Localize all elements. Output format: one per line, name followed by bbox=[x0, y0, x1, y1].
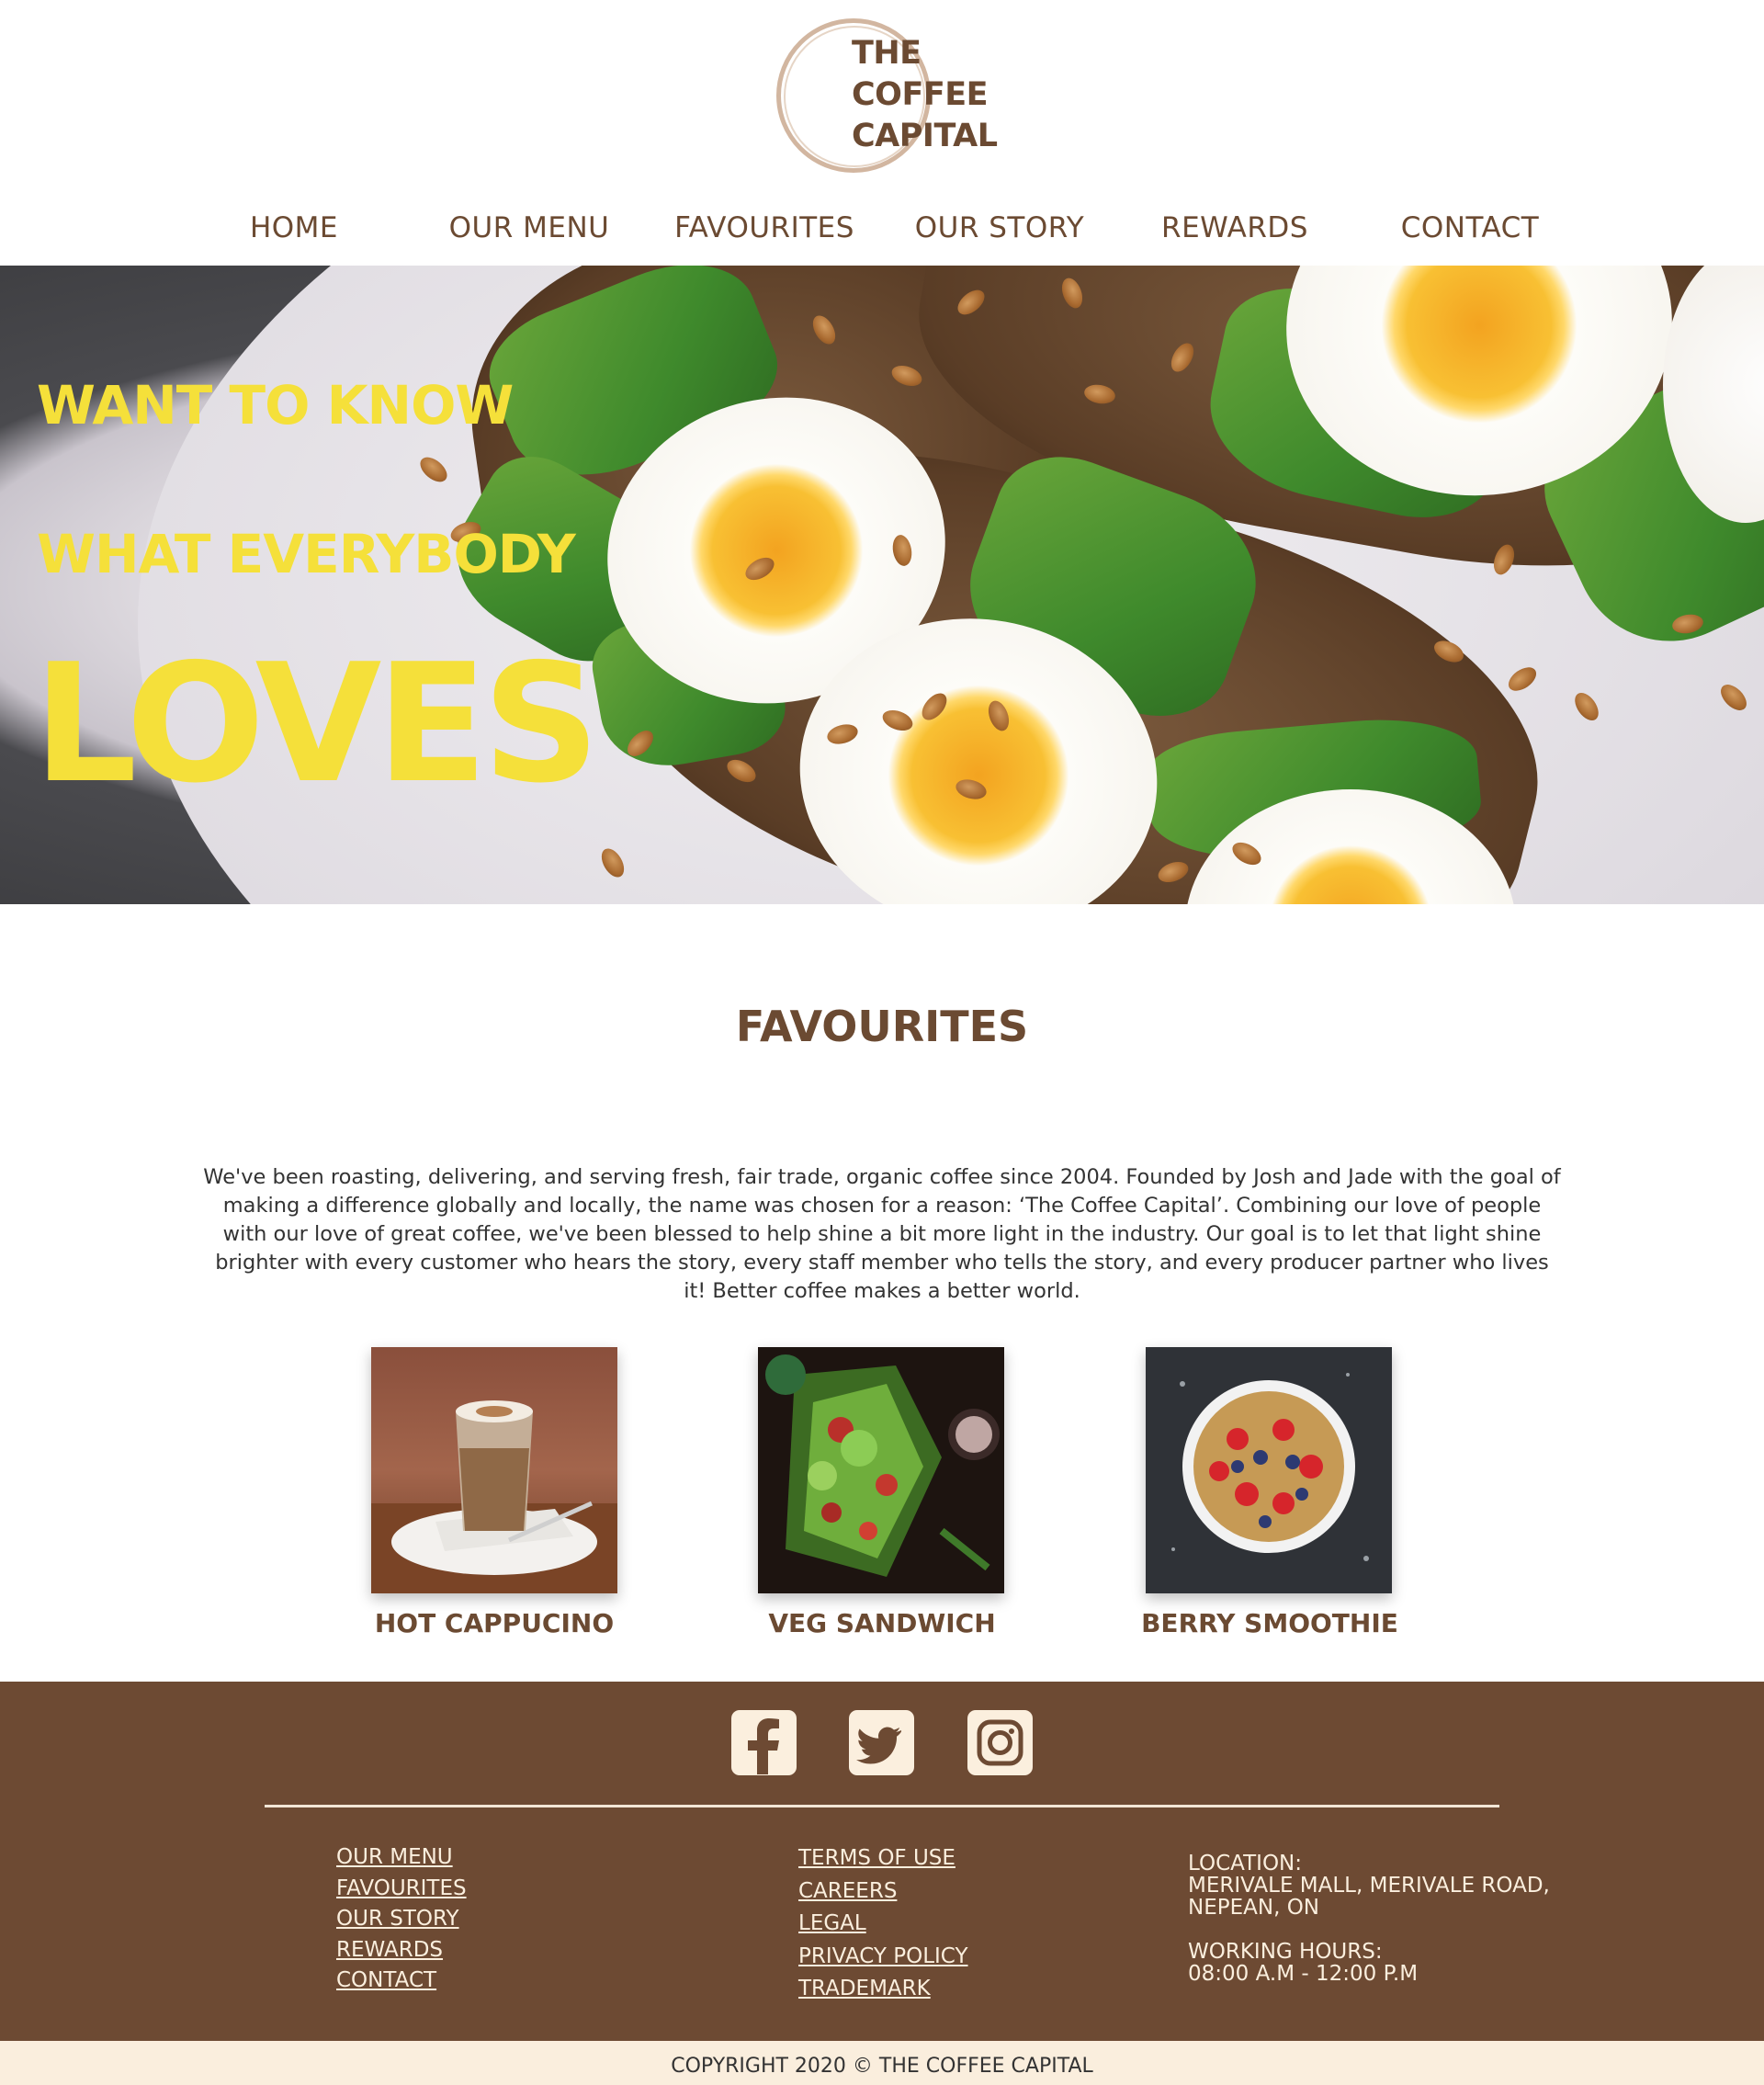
cappuccino-photo[interactable] bbox=[371, 1347, 617, 1593]
site-header: THE COFFEE CAPITAL HOME OUR MENU FAVOURI… bbox=[0, 0, 1764, 266]
footer-link-privacy-policy[interactable]: PRIVACY POLICY bbox=[798, 1941, 968, 1974]
berry-bowl-illustration bbox=[1146, 1347, 1392, 1593]
footer-link-our-story[interactable]: OUR STORY bbox=[336, 1904, 467, 1935]
nav-item-our-menu[interactable]: OUR MENU bbox=[412, 211, 647, 244]
facebook-icon[interactable] bbox=[731, 1710, 797, 1775]
favourite-label-veg-sandwich[interactable]: VEG SANDWICH bbox=[689, 1608, 1075, 1638]
footer-links-primary: OUR MENU FAVOURITES OUR STORY REWARDS CO… bbox=[336, 1842, 467, 1997]
instagram-icon[interactable] bbox=[967, 1710, 1033, 1775]
footer-links-legal: TERMS OF USE CAREERS LEGAL PRIVACY POLIC… bbox=[798, 1842, 968, 2006]
footer-link-careers[interactable]: CAREERS bbox=[798, 1875, 968, 1909]
footer-link-legal[interactable]: LEGAL bbox=[798, 1908, 968, 1941]
logo-line-3: CAPITAL bbox=[852, 118, 998, 154]
favourite-label-berry-smoothie[interactable]: BERRY SMOOTHIE bbox=[1077, 1608, 1463, 1638]
site-logo[interactable]: THE COFFEE CAPITAL bbox=[776, 17, 998, 182]
main-nav: HOME OUR MENU FAVOURITES OUR STORY REWAR… bbox=[0, 211, 1764, 257]
nav-item-our-story[interactable]: OUR STORY bbox=[882, 211, 1117, 244]
location-label: LOCATION: bbox=[1188, 1852, 1302, 1875]
location-line-2: NEPEAN, ON bbox=[1188, 1896, 1320, 1920]
nav-item-contact[interactable]: CONTACT bbox=[1352, 211, 1588, 244]
copyright-text: COPYRIGHT 2020 © THE COFFEE CAPITAL bbox=[671, 2055, 1093, 2078]
footer-link-favourites[interactable]: FAVOURITES bbox=[336, 1874, 467, 1905]
location-line-1: MERIVALE MALL, MERIVALE ROAD, bbox=[1188, 1874, 1550, 1898]
logo-line-1: THE bbox=[852, 35, 922, 72]
footer-divider bbox=[265, 1805, 1499, 1807]
logo-line-2: COFFEE bbox=[852, 76, 989, 113]
cappuccino-illustration bbox=[371, 1347, 617, 1593]
hours-label: WORKING HOURS: bbox=[1188, 1940, 1383, 1964]
footer-link-trademark[interactable]: TRADEMARK bbox=[798, 1973, 968, 2006]
veg-sandwich-photo[interactable] bbox=[758, 1347, 1004, 1593]
footer-info: LOCATION: MERIVALE MALL, MERIVALE ROAD, … bbox=[1188, 1853, 1550, 1985]
logo-wordmark: THE COFFEE CAPITAL bbox=[852, 33, 998, 157]
favourites-description: We've been roasting, delivering, and ser… bbox=[203, 1165, 1561, 1303]
hours-value: 08:00 A.M - 12:00 P.M bbox=[1188, 1962, 1419, 1986]
nav-item-favourites[interactable]: FAVOURITES bbox=[647, 211, 882, 244]
hero-headline-line-3: LOVES bbox=[33, 629, 600, 819]
favourites-title: FAVOURITES bbox=[735, 1002, 1029, 1051]
footer-link-terms-of-use[interactable]: TERMS OF USE bbox=[798, 1842, 968, 1875]
footer-link-our-menu[interactable]: OUR MENU bbox=[336, 1842, 467, 1874]
hero-headline-line-1: WANT TO KNOW bbox=[37, 374, 514, 436]
footer-link-rewards[interactable]: REWARDS bbox=[336, 1935, 467, 1966]
nav-item-rewards[interactable]: REWARDS bbox=[1117, 211, 1352, 244]
nav-item-home[interactable]: HOME bbox=[176, 211, 412, 244]
footer-link-contact[interactable]: CONTACT bbox=[336, 1966, 467, 1997]
favourite-label-cappuccino[interactable]: HOT CAPPUCINO bbox=[301, 1608, 687, 1638]
hero-banner: WANT TO KNOW WHAT EVERYBODY LOVES bbox=[0, 266, 1764, 904]
hero-headline-line-2: WHAT EVERYBODY bbox=[37, 523, 576, 585]
berry-bowl-photo[interactable] bbox=[1146, 1347, 1392, 1593]
twitter-icon[interactable] bbox=[849, 1710, 914, 1775]
veg-sandwich-illustration bbox=[758, 1347, 1004, 1593]
